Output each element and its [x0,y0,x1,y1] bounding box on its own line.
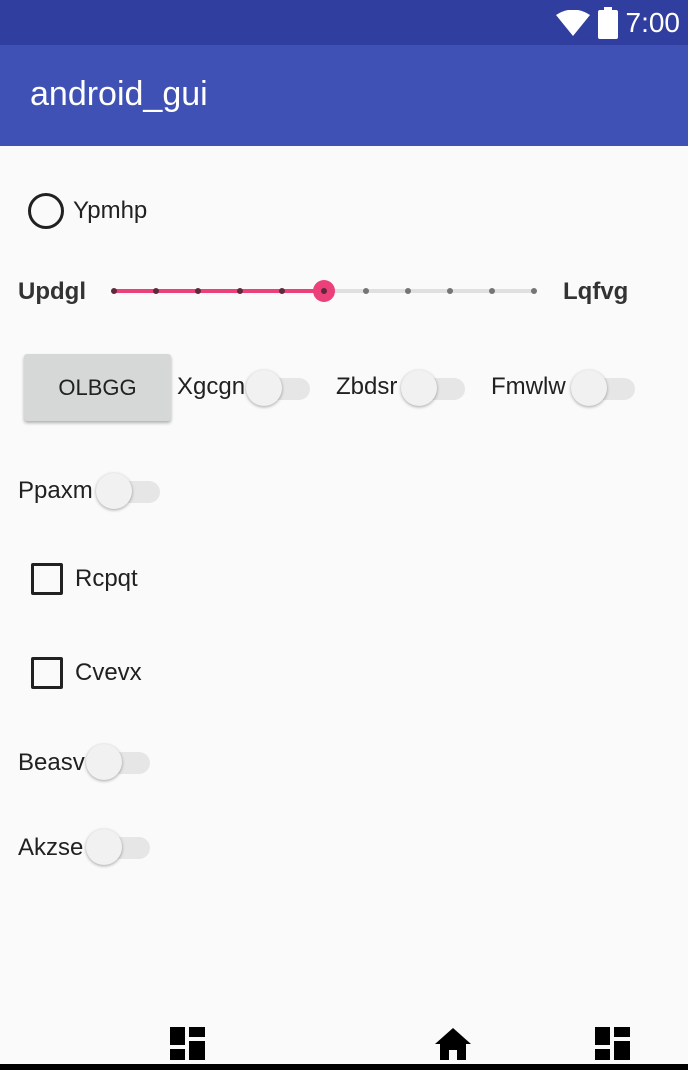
slider-thumb-dot [321,288,327,294]
status-icons: 7:00 [555,6,681,40]
slider-tick [447,288,453,294]
slider-tick [531,288,537,294]
checkbox-cvevx[interactable]: Cvevx [31,657,142,689]
switch-beasv[interactable] [86,742,152,782]
battery-icon [597,7,618,39]
switch-zbdsr[interactable] [401,368,467,408]
app-bar: android_gui [0,45,688,146]
switch-thumb [246,370,282,406]
slider-tick [237,288,243,294]
checkbox-label: Rcpqt [75,565,138,592]
nav-bar [0,1010,688,1070]
switch-label-beasv: Beasv [18,749,85,776]
status-bar: 7:00 [0,0,688,45]
home-icon[interactable] [435,1028,471,1060]
checkbox-label: Cvevx [75,659,142,686]
radio-ypmhp[interactable]: Ypmhp [28,193,147,229]
app-title: android_gui [30,75,208,113]
switch-label-zbdsr: Zbdsr [336,373,398,400]
slider-max-label: Lqfvg [563,278,629,305]
dashboard-icon[interactable] [170,1027,205,1060]
slider-tick [111,288,117,294]
switch-label-akzse: Akzse [18,834,84,861]
switch-thumb [571,370,607,406]
switch-xgcgn[interactable] [246,368,312,408]
dashboard-icon[interactable] [595,1027,630,1060]
switch-thumb [96,473,132,509]
olbgg-button[interactable]: OLBGG [24,354,171,421]
nav-bar-baseline [0,1064,688,1070]
switch-thumb [401,370,437,406]
status-time: 7:00 [625,7,681,38]
slider-tick [279,288,285,294]
radio-label: Ypmhp [73,197,148,224]
switch-label-ppaxm: Ppaxm [18,477,93,504]
switch-fmwlw[interactable] [571,368,637,408]
slider[interactable] [104,276,548,306]
switch-label-xgcgn: Xgcgn [177,373,246,400]
slider-tick [489,288,495,294]
checkbox-box[interactable] [31,657,63,689]
slider-tick [195,288,201,294]
switch-thumb [86,744,122,780]
slider-min-label: Updgl [18,278,86,305]
slider-tick [363,288,369,294]
checkbox-rcpqt[interactable]: Rcpqt [31,563,138,595]
checkbox-box[interactable] [31,563,63,595]
wifi-icon [555,10,590,36]
slider-tick [153,288,159,294]
switch-thumb [86,829,122,865]
switch-label-fmwlw: Fmwlw [491,373,566,400]
switch-akzse[interactable] [86,827,152,867]
switch-ppaxm[interactable] [96,471,162,511]
slider-tick [405,288,411,294]
radio-circle[interactable] [28,193,64,229]
